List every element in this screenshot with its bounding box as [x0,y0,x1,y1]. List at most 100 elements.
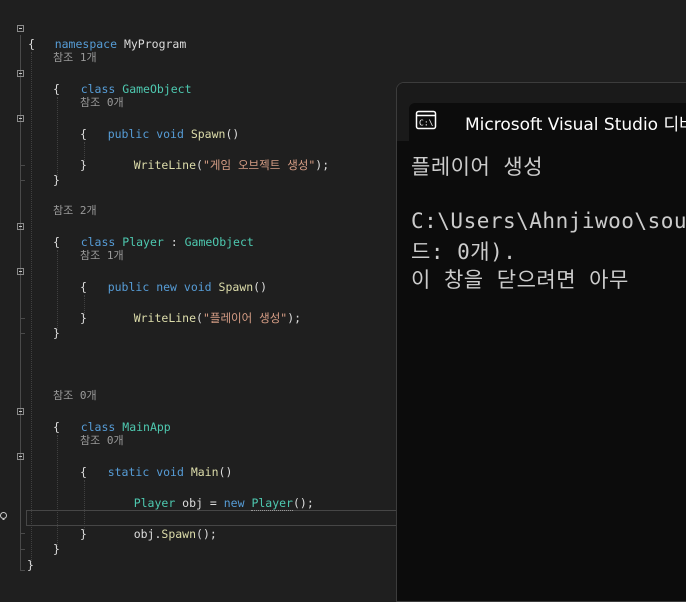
paren: ( [196,311,203,325]
fold-guide-end [20,570,25,571]
keyword: void [156,127,184,141]
fold-guide-end [20,180,25,181]
constructor-call: Player [251,496,293,511]
brace: { [80,280,87,294]
collapse-icon[interactable] [17,408,24,415]
brace: } [80,158,87,172]
console-output-line: 플레이어 생성 [411,155,544,179]
method-name: Main [190,465,219,479]
keyword: class [80,235,116,249]
brace: } [53,173,60,187]
collapse-icon[interactable] [17,115,24,122]
class-name: MainApp [122,420,171,434]
code-line[interactable]: WriteLine("플레이어 생성"); [106,294,301,325]
fold-guide-end [20,533,25,534]
code-line[interactable]: { [80,126,87,142]
string-literal: "게임 오브젝트 생성" [202,158,316,172]
code-line[interactable]: { [28,36,35,52]
brace: { [53,82,60,96]
code-line[interactable]: } [80,310,87,326]
code-line[interactable]: public void Spawn() [80,110,240,141]
brace: { [80,127,87,141]
method-call: WriteLine [133,158,197,172]
console-output-line: C:\Users\Ahnjiwoo\sou [411,209,686,233]
code-line[interactable]: } [53,541,60,557]
indent-guide [31,52,32,566]
code-line[interactable]: { [53,81,60,97]
codelens-references[interactable]: 참조 2개 [53,203,97,219]
brace: } [53,326,60,340]
parens: (); [292,496,314,510]
keyword: public [107,127,150,141]
paren: ); [315,158,330,172]
collapse-icon[interactable] [17,223,24,230]
method-name: Spawn [218,280,254,294]
brace: { [53,235,60,249]
codelens-references[interactable]: 참조 0개 [80,95,124,111]
keyword: void [183,280,212,294]
keyword: new [156,280,177,294]
paren: ); [287,311,302,325]
codelens-references[interactable]: 참조 1개 [53,50,97,66]
keyword: static [107,465,150,479]
brace: } [80,311,87,325]
parens: () [225,127,240,141]
indent-guide [57,435,58,547]
collapse-icon[interactable] [17,453,24,460]
codelens-references[interactable]: 참조 0개 [53,388,97,404]
fold-guide-end [20,549,25,550]
codelens-references[interactable]: 참조 0개 [80,433,124,449]
console-output-line: 드: 0개). [411,240,517,264]
method-call: WriteLine [133,311,197,325]
code-line[interactable]: static void Main() [80,448,233,479]
colon: : [163,235,185,249]
code-line[interactable]: public new void Spawn() [80,263,267,294]
code-line[interactable]: } [53,172,60,188]
keyword: class [80,82,116,96]
parens: () [253,280,268,294]
base-class-name: GameObject [184,235,254,249]
object-ref: obj. [133,527,162,541]
code-line[interactable]: } [53,325,60,341]
variable-decl: obj = [175,496,224,510]
code-line[interactable]: namespace MyProgram [27,20,187,51]
brace: } [53,542,60,556]
keyword: new [223,496,245,510]
type-name: Player [133,496,176,510]
brace: { [53,420,60,434]
brace: { [80,465,87,479]
keyword: class [80,420,116,434]
console-titlebar[interactable]: C:\ Microsoft Visual Studio 디버 [397,83,686,141]
svg-text:C:\: C:\ [419,119,434,128]
code-line[interactable]: obj.Spawn(); [106,510,217,541]
class-name: Player [122,235,164,249]
parens: () [218,465,233,479]
code-line[interactable]: { [53,234,60,250]
code-line[interactable]: WriteLine("게임 오브젝트 생성"); [106,141,329,172]
lightbulb-icon[interactable] [0,512,7,522]
class-name: GameObject [122,82,192,96]
string-literal: "플레이어 생성" [202,311,288,325]
fold-guide-end [20,165,25,166]
code-line[interactable]: class GameObject [53,65,192,96]
console-output-line: 이 창을 닫으려면 아무 [411,268,629,292]
code-line[interactable]: } [27,557,34,573]
console-title: Microsoft Visual Studio 디버 [465,115,686,135]
terminal-icon: C:\ [415,110,437,130]
code-line[interactable]: class Player : GameObject [53,218,254,249]
code-line[interactable]: { [80,279,87,295]
debug-console-window[interactable]: C:\ Microsoft Visual Studio 디버 플레이어 생성 C… [396,82,686,602]
keyword: public [107,280,150,294]
code-line[interactable]: Player obj = new Player(); [106,479,314,511]
collapse-icon[interactable] [17,25,24,32]
code-line[interactable]: class MainApp [53,403,171,434]
code-line[interactable]: { [80,464,87,480]
code-line[interactable]: { [53,419,60,435]
code-line[interactable]: } [80,526,87,542]
collapse-icon[interactable] [17,70,24,77]
parens: (); [196,527,217,541]
codelens-references[interactable]: 참조 1개 [80,248,124,264]
collapse-icon[interactable] [17,268,24,275]
fold-guide-end [20,333,25,334]
code-line[interactable]: } [80,157,87,173]
